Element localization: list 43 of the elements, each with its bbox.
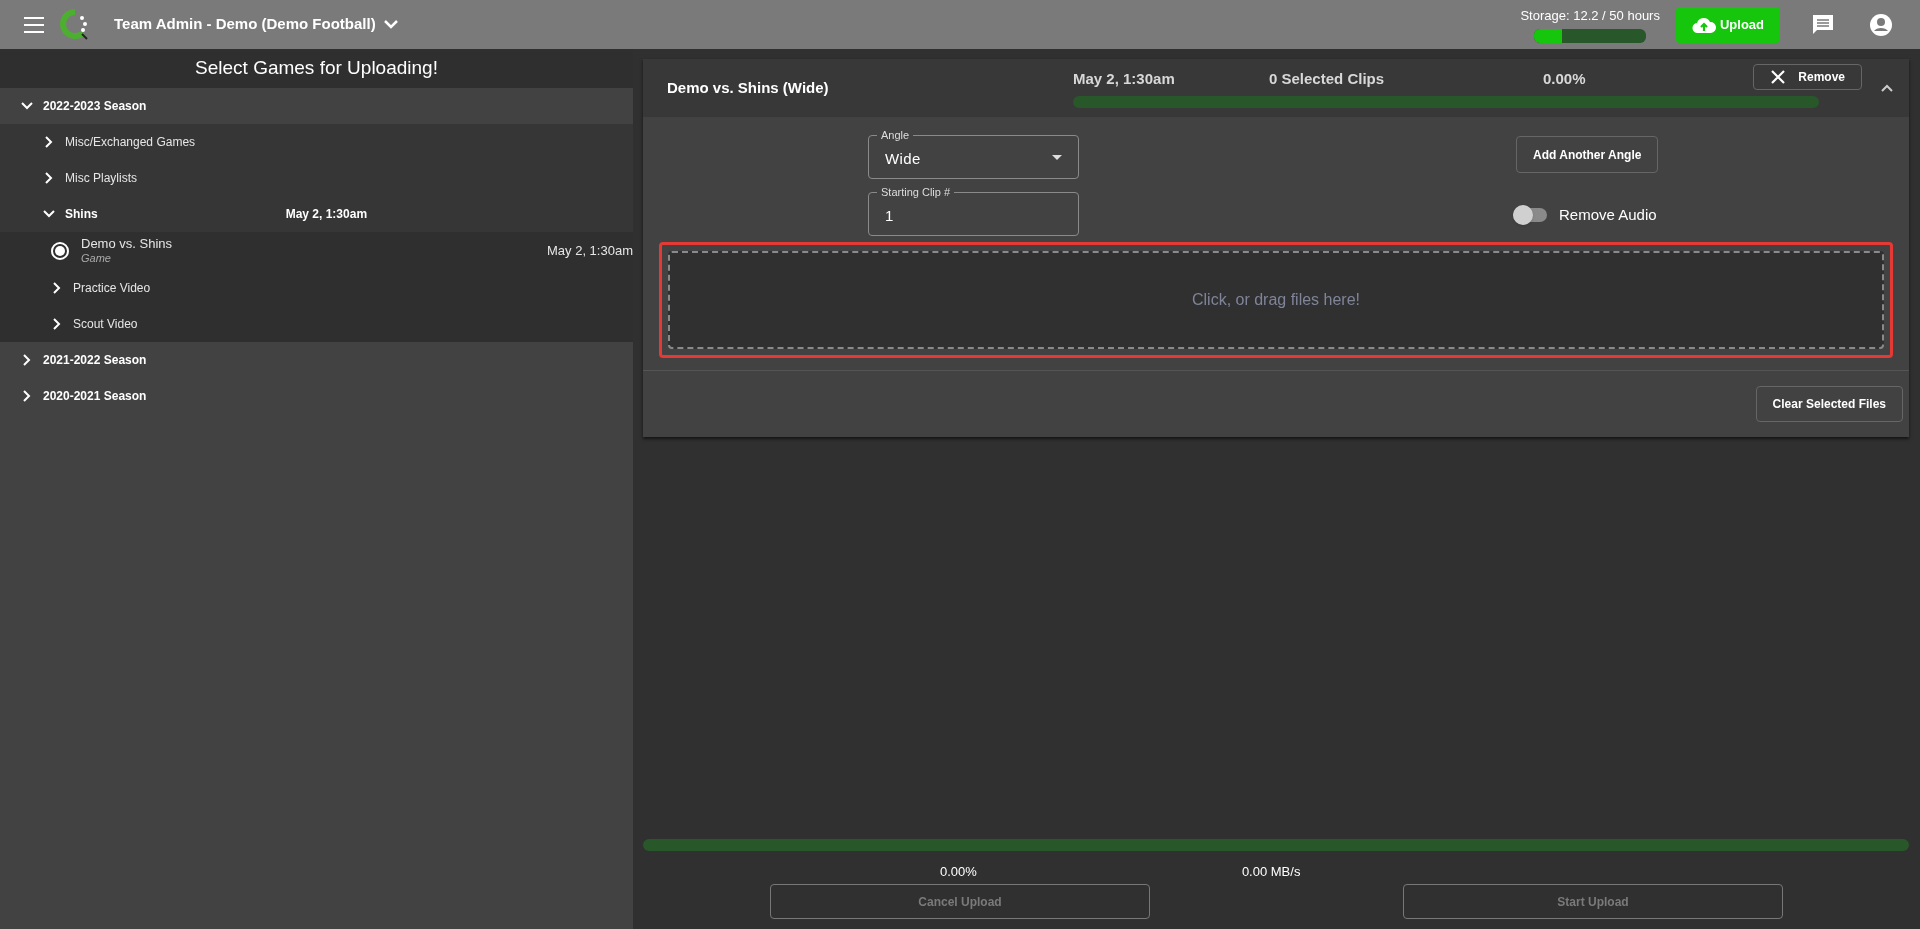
storage-label: Storage: 12.2 / 50 hours [1520,6,1660,25]
chat-icon[interactable] [1812,13,1834,36]
caret-icon [383,20,398,29]
radio-button[interactable] [51,242,69,260]
file-dropzone[interactable]: Click, or drag files here! [668,251,1884,349]
team-selector[interactable]: Team Admin - Demo (Demo Football) [114,13,398,36]
card-title: Demo vs. Shins (Wide) [667,77,830,98]
dropdown-arrow-icon [1052,154,1062,160]
menu-icon[interactable] [24,16,44,33]
game-type: Game [81,251,112,265]
clear-files-button[interactable]: Clear Selected Files [1755,386,1903,422]
upload-speed: 0.00 MB/s [1241,862,1301,881]
logo-icon [60,8,90,41]
game-date: May 2, 1:30am [1073,68,1176,89]
expand-icon[interactable] [23,390,31,402]
card-percent: 0.00% [1543,68,1586,89]
season-label[interactable]: 2020-2021 Season [43,387,147,405]
collapse-icon[interactable] [1881,84,1893,92]
expand-icon[interactable] [45,136,53,148]
season-label[interactable]: 2021-2022 Season [43,351,147,369]
folder-label[interactable]: Scout Video [73,315,138,333]
expand-icon[interactable] [53,282,61,294]
add-angle-button[interactable]: Add Another Angle [1516,136,1659,173]
expand-icon[interactable] [53,318,61,330]
cloud-upload-icon [1691,15,1716,34]
folder-label[interactable]: Shins [65,205,98,223]
expand-icon[interactable] [45,172,53,184]
season-label[interactable]: 2022-2023 Season [43,97,147,115]
folder-label[interactable]: Misc Playlists [65,169,137,187]
folder-date: May 2, 1:30am [285,206,368,223]
remove-button[interactable]: Remove [1753,64,1862,90]
folder-label[interactable]: Practice Video [73,279,151,297]
toggle-switch[interactable] [1513,206,1549,225]
close-icon [1770,69,1787,85]
selected-clips: 0 Selected Clips [1269,68,1386,89]
game-name[interactable]: Demo vs. Shins [81,237,173,251]
toggle-label: Remove Audio [1559,205,1657,225]
folder-label[interactable]: Misc/Exchanged Games [65,133,196,151]
game-date: May 2, 1:30am [547,242,633,261]
expand-icon[interactable] [23,354,31,366]
sidebar-heading: Select Games for Uploading! [195,56,438,81]
account-icon[interactable] [1870,13,1892,36]
overall-percent: 0.00% [940,862,977,881]
